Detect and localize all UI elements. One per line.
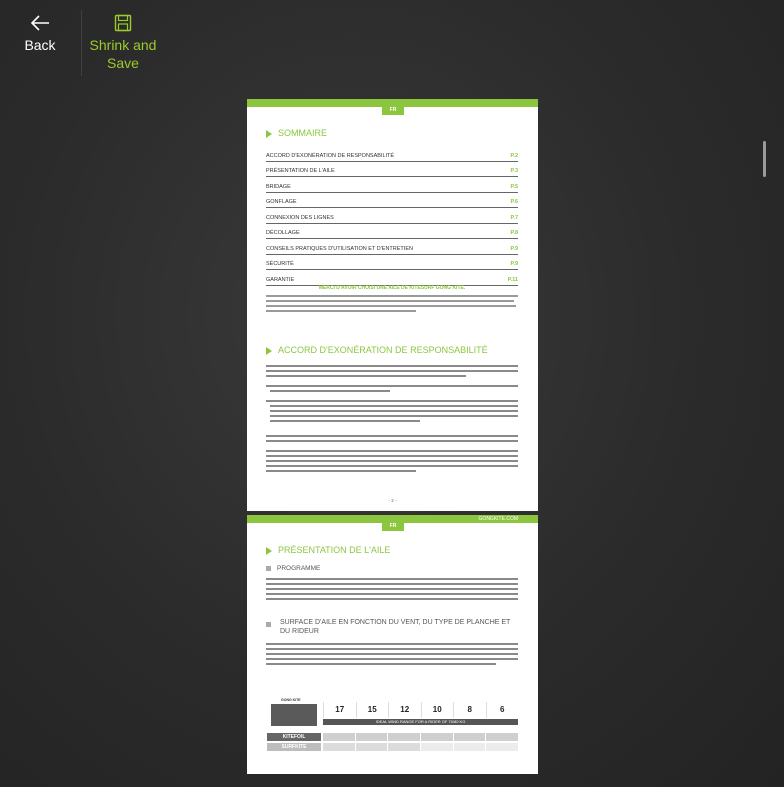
toc-title: GARANTIE (266, 276, 295, 283)
accord-paragraph-lines (266, 365, 518, 472)
toc-row: SÉCURITÉ P.9 (266, 255, 518, 270)
toc-title: PRÉSENTATION DE L'AILE (266, 168, 335, 174)
surface-subheading: SURFACE D'AILE EN FONCTION DU VENT, DU T… (280, 619, 511, 635)
toc-page: P.6 (510, 199, 518, 205)
language-tag: FR (382, 106, 404, 115)
back-arrow-icon (30, 15, 49, 31)
programme-paragraph-lines (266, 578, 518, 600)
toc-page: P.9 (510, 245, 518, 252)
wind-range-table: GONG KITE 17 15 12 10 8 6 IDEAL WIND RAN… (267, 698, 519, 760)
wind-size-numbers: 17 15 12 10 8 6 (323, 702, 518, 718)
toc-row: ACCORD D'EXONÉRATION DE RESPONSABILITÉ P.… (266, 146, 518, 162)
toc-title: GONFLAGE (266, 199, 297, 205)
surfkite-row-label: SURFKITE (267, 743, 321, 751)
document-page-2: GONGKITE.COM FR PRÉSENTATION DE L'AILE P… (247, 515, 538, 774)
triangle-bullet-icon (266, 129, 272, 138)
toc-title: CONNEXION DES LIGNES (266, 214, 334, 221)
toc-page: P.8 (510, 230, 518, 236)
toc-title: SÉCURITÉ (266, 261, 294, 267)
table-of-contents: ACCORD D'EXONÉRATION DE RESPONSABILITÉ P.… (266, 146, 518, 286)
wind-size: 15 (355, 702, 389, 718)
table-cell (355, 743, 388, 751)
toc-row: GARANTIE P.11 (266, 270, 518, 286)
table-cell (486, 733, 519, 741)
table-cell (323, 733, 355, 741)
triangle-bullet-icon (266, 346, 272, 355)
back-button[interactable]: Back (22, 14, 58, 54)
vertical-scrollbar-thumb[interactable] (763, 141, 766, 177)
toc-row: DÉCOLLAGE P.8 (266, 224, 518, 239)
toc-page: P.11 (507, 276, 518, 283)
accord-heading: ACCORD D'EXONÉRATION DE RESPONSABILITÉ (266, 345, 488, 355)
toc-row: CONNEXION DES LIGNES P.7 (266, 208, 518, 224)
wind-size: 17 (323, 702, 356, 718)
presentation-title-text: PRÉSENTATION DE L'AILE (278, 545, 391, 555)
wind-size: 6 (485, 702, 519, 718)
toolbar-divider (81, 10, 82, 76)
site-url: GONGKITE.COM (478, 516, 518, 522)
table-cell (355, 733, 388, 741)
shrink-and-save-label: Shrink and Save (89, 37, 157, 71)
sommaire-title-text: SOMMAIRE (278, 128, 328, 138)
table-cell (421, 733, 453, 741)
toc-page: P.7 (510, 214, 518, 221)
toc-row: GONFLAGE P.6 (266, 193, 518, 208)
surface-paragraph-lines (266, 643, 518, 665)
toc-title: BRIDAGE (266, 183, 291, 190)
intro-paragraph-lines (266, 295, 518, 312)
document-page-1: FR SOMMAIRE ACCORD D'EXONÉRATION DE RESP… (247, 99, 538, 511)
thank-you-line: MERCI D'AVOIR CHOISI UNE AILE DE KITESUR… (318, 285, 466, 291)
wind-size: 12 (388, 702, 421, 718)
toc-page: P.2 (510, 152, 518, 159)
language-tag: FR (382, 522, 404, 531)
brand-label: GONG KITE (281, 698, 301, 702)
shrink-and-save-button[interactable]: Shrink and Save (86, 14, 160, 72)
accord-title-text: ACCORD D'EXONÉRATION DE RESPONSABILITÉ (278, 345, 488, 355)
table-cell (453, 743, 486, 751)
toc-title: DÉCOLLAGE (266, 230, 300, 236)
triangle-bullet-icon (266, 546, 272, 555)
toolbar: Back Shrink and Save (0, 0, 784, 90)
presentation-heading: PRÉSENTATION DE L'AILE (266, 545, 390, 555)
table-cell (388, 743, 421, 751)
square-bullet-icon (266, 622, 271, 627)
toc-page: P.5 (510, 183, 518, 190)
page-number: - 2 - (388, 498, 397, 503)
table-cell (453, 733, 486, 741)
toc-title: CONSEILS PRATIQUES D'UTILISATION ET D'EN… (266, 245, 413, 252)
programme-subheading: PROGRAMME (266, 565, 320, 572)
table-cell (486, 743, 519, 751)
back-label: Back (24, 37, 56, 53)
table-cell (388, 733, 421, 741)
toc-row: BRIDAGE P.5 (266, 177, 518, 193)
table-cell (323, 743, 355, 751)
wind-size: 10 (420, 702, 454, 718)
toc-row: PRÉSENTATION DE L'AILE P.3 (266, 162, 518, 177)
save-icon (114, 14, 132, 32)
wind-size: 8 (453, 702, 486, 718)
toc-page: P.9 (510, 261, 518, 267)
table-cell (421, 743, 453, 751)
toc-page: P.3 (510, 168, 518, 174)
square-bullet-icon (266, 565, 271, 571)
toc-row: CONSEILS PRATIQUES D'UTILISATION ET D'EN… (266, 239, 518, 255)
kite-logo (271, 704, 317, 726)
surfkite-cells (323, 743, 519, 751)
kitefoil-row-label: KITEFOIL (267, 733, 321, 741)
kitefoil-cells (323, 733, 519, 741)
toc-title: ACCORD D'EXONÉRATION DE RESPONSABILITÉ (266, 152, 395, 159)
programme-text: PROGRAMME (277, 565, 321, 572)
sommaire-heading: SOMMAIRE (266, 128, 327, 138)
wind-range-bar: IDEAL WIND RANGE FOR A RIDER OF 75/80 KG (323, 719, 518, 725)
